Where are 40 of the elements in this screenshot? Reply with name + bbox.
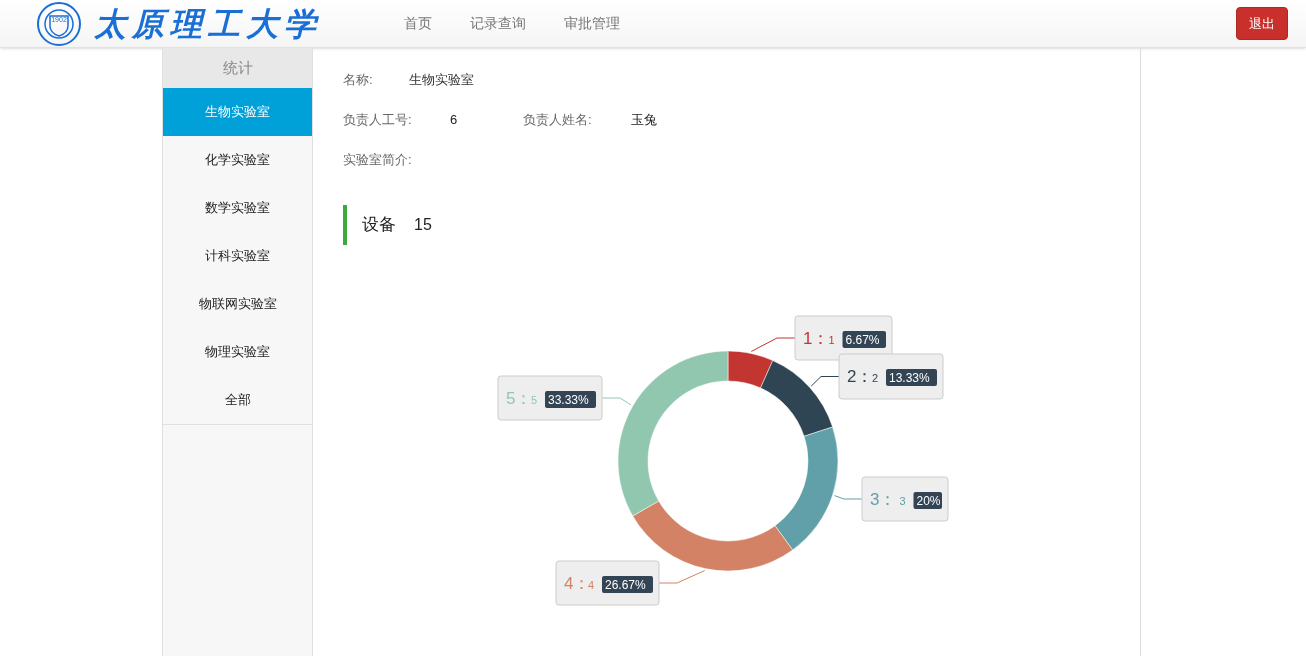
slice-value: 3 xyxy=(899,495,906,507)
slice-name: 5： xyxy=(506,389,533,408)
slice-name: 1： xyxy=(803,329,830,348)
university-emblem-icon xyxy=(36,0,82,47)
section-title: 设备 xyxy=(362,214,396,237)
slice-name: 3： xyxy=(870,490,897,509)
field-value: 玉兔 xyxy=(631,111,657,130)
sidebar-item[interactable]: 化学实验室 xyxy=(163,136,312,184)
leader-line xyxy=(658,570,706,584)
sidebar-item[interactable]: 数学实验室 xyxy=(163,184,312,232)
field-label: 负责人姓名: xyxy=(523,111,593,130)
percent-badge: 13.33% xyxy=(886,369,937,386)
leader-line xyxy=(750,337,796,352)
nav-link[interactable]: 首页 xyxy=(404,13,432,34)
sidebar-item[interactable]: 物联网实验室 xyxy=(163,280,312,328)
field-value: 6 xyxy=(450,111,459,130)
sidebar-item[interactable]: 物理实验室 xyxy=(163,328,312,376)
leader-line xyxy=(834,495,863,500)
field-value: 生物实验室 xyxy=(409,71,474,90)
percent-badge: 26.67% xyxy=(602,576,653,593)
nav-link[interactable]: 审批管理 xyxy=(564,13,620,34)
slice-value: 5 xyxy=(531,394,538,406)
slice-value: 2 xyxy=(872,372,879,384)
field-label: 负责人工号: xyxy=(343,111,413,130)
sidebar-title: 统计 xyxy=(163,48,312,88)
percent-badge: 20% xyxy=(913,492,942,509)
percent-badge: 6.67% xyxy=(842,331,886,348)
field-label: 名称: xyxy=(343,71,374,90)
nav-link[interactable]: 记录查询 xyxy=(470,13,526,34)
slice-value: 1 xyxy=(828,334,835,346)
leader-line xyxy=(810,376,840,387)
sidebar-item[interactable]: 计科实验室 xyxy=(163,232,312,280)
slice-value: 4 xyxy=(588,579,595,591)
percent-badge: 33.33% xyxy=(545,391,596,408)
equipment-count: 15 xyxy=(414,215,432,235)
sidebar-item[interactable]: 全部 xyxy=(163,376,312,424)
leader-line xyxy=(601,397,632,406)
logout-button[interactable]: 退出 xyxy=(1236,7,1288,40)
field-label: 实验室简介: xyxy=(343,151,412,170)
logo-text: 太原理工大学 xyxy=(94,3,322,45)
